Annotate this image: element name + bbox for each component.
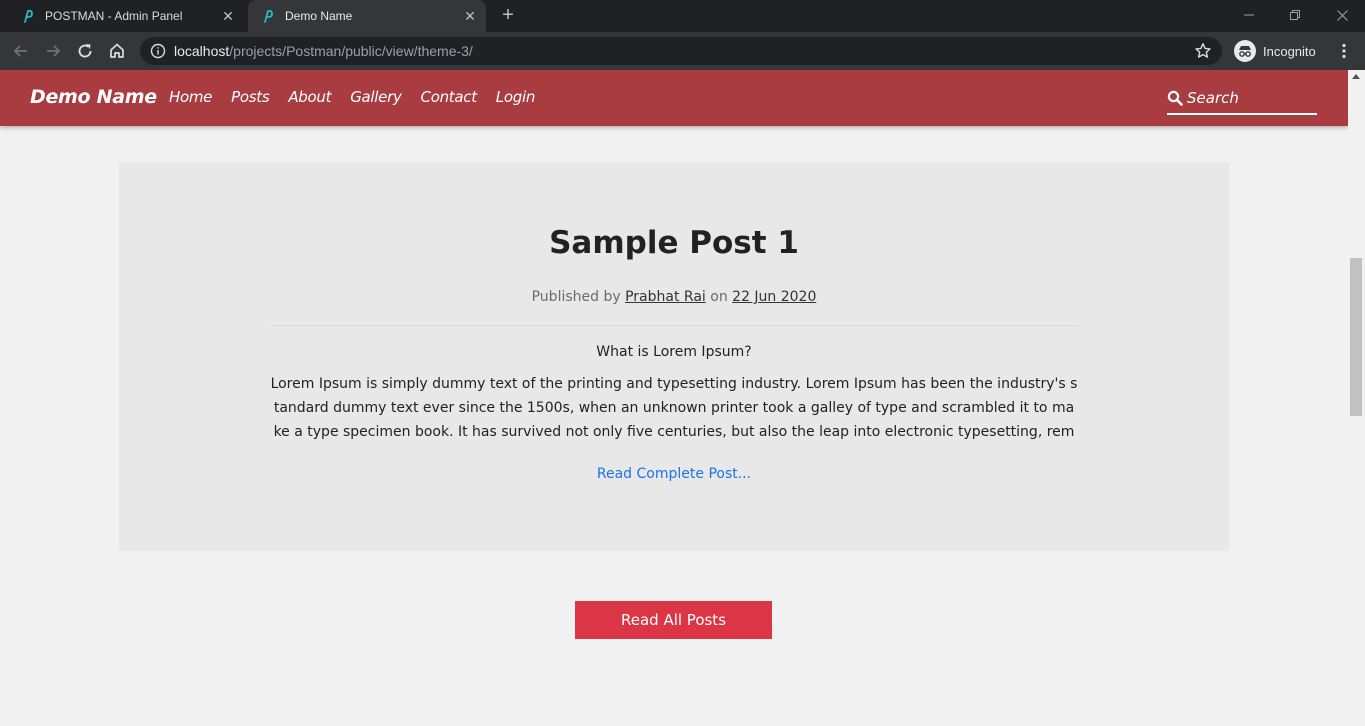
post-author-link[interactable]: Prabhat Rai [625, 289, 706, 305]
forward-icon[interactable] [41, 39, 65, 63]
divider [271, 325, 1079, 326]
post-subheading: What is Lorem Ipsum? [596, 344, 752, 360]
post-title: Sample Post 1 [549, 225, 799, 261]
restore-icon[interactable] [1272, 0, 1318, 30]
tab-title: POSTMAN - Admin Panel [45, 9, 183, 23]
tab-title: Demo Name [285, 9, 353, 23]
browser-toolbar: localhost/projects/Postman/public/view/t… [0, 32, 1365, 70]
reload-icon[interactable] [73, 39, 97, 63]
new-tab-button[interactable]: + [496, 5, 520, 27]
nav-login[interactable]: Login [496, 88, 536, 106]
scroll-up-arrow-icon[interactable] [1352, 74, 1360, 79]
scrollbar-thumb[interactable] [1350, 258, 1362, 416]
browser-tab-strip: POSTMAN - Admin Panel ✕ Demo Name ✕ + [0, 0, 1365, 32]
site-header: Demo Name Home Posts About Gallery Conta… [0, 70, 1348, 126]
star-icon[interactable] [1194, 42, 1212, 60]
close-icon[interactable] [1319, 0, 1365, 30]
back-icon[interactable] [9, 39, 33, 63]
nav-gallery[interactable]: Gallery [350, 88, 402, 106]
address-bar[interactable]: localhost/projects/Postman/public/view/t… [140, 37, 1222, 65]
profile-incognito-button[interactable]: Incognito [1230, 36, 1324, 66]
tab-close-icon[interactable]: ✕ [218, 6, 238, 26]
post-date-link[interactable]: 22 Jun 2020 [732, 289, 816, 305]
minimize-icon[interactable] [1226, 0, 1272, 30]
tab-close-icon[interactable]: ✕ [460, 6, 480, 26]
post-excerpt: Lorem Ipsum is simply dummy text of the … [270, 376, 1078, 440]
url-path: /projects/Postman/public/view/theme-3/ [229, 43, 473, 59]
search-icon[interactable] [1167, 90, 1183, 106]
site-brand-link[interactable]: Demo Name [30, 86, 157, 108]
nav-contact[interactable]: Contact [421, 88, 478, 106]
site-search [1167, 83, 1317, 115]
info-icon[interactable] [150, 43, 166, 59]
published-by-label: Published by [531, 289, 621, 305]
post-card: Sample Post 1 Published by Prabhat Rai o… [119, 162, 1229, 551]
browser-tab-demo-name[interactable]: Demo Name ✕ [248, 0, 486, 32]
home-icon[interactable] [105, 39, 129, 63]
post-meta: Published by Prabhat Rai on 22 Jun 2020 [119, 289, 1229, 305]
site-nav: Home Posts About Gallery Contact Login [169, 88, 554, 106]
on-label: on [710, 289, 728, 305]
search-input[interactable] [1187, 89, 1307, 107]
nav-about[interactable]: About [288, 88, 331, 106]
read-complete-post-link[interactable]: Read Complete Post... [119, 466, 1229, 482]
postman-favicon-icon [260, 8, 276, 24]
page-scrollbar[interactable] [1348, 70, 1365, 726]
profile-label: Incognito [1263, 43, 1316, 59]
read-all-posts-button[interactable]: Read All Posts [575, 601, 772, 639]
postman-favicon-icon [20, 8, 36, 24]
kebab-menu-icon[interactable] [1334, 41, 1354, 61]
page-viewport: Demo Name Home Posts About Gallery Conta… [0, 70, 1365, 726]
incognito-icon [1234, 40, 1256, 62]
nav-home[interactable]: Home [169, 88, 212, 106]
url-host: localhost [174, 43, 230, 59]
browser-tab-postman[interactable]: POSTMAN - Admin Panel ✕ [8, 0, 244, 32]
nav-posts[interactable]: Posts [231, 88, 270, 106]
